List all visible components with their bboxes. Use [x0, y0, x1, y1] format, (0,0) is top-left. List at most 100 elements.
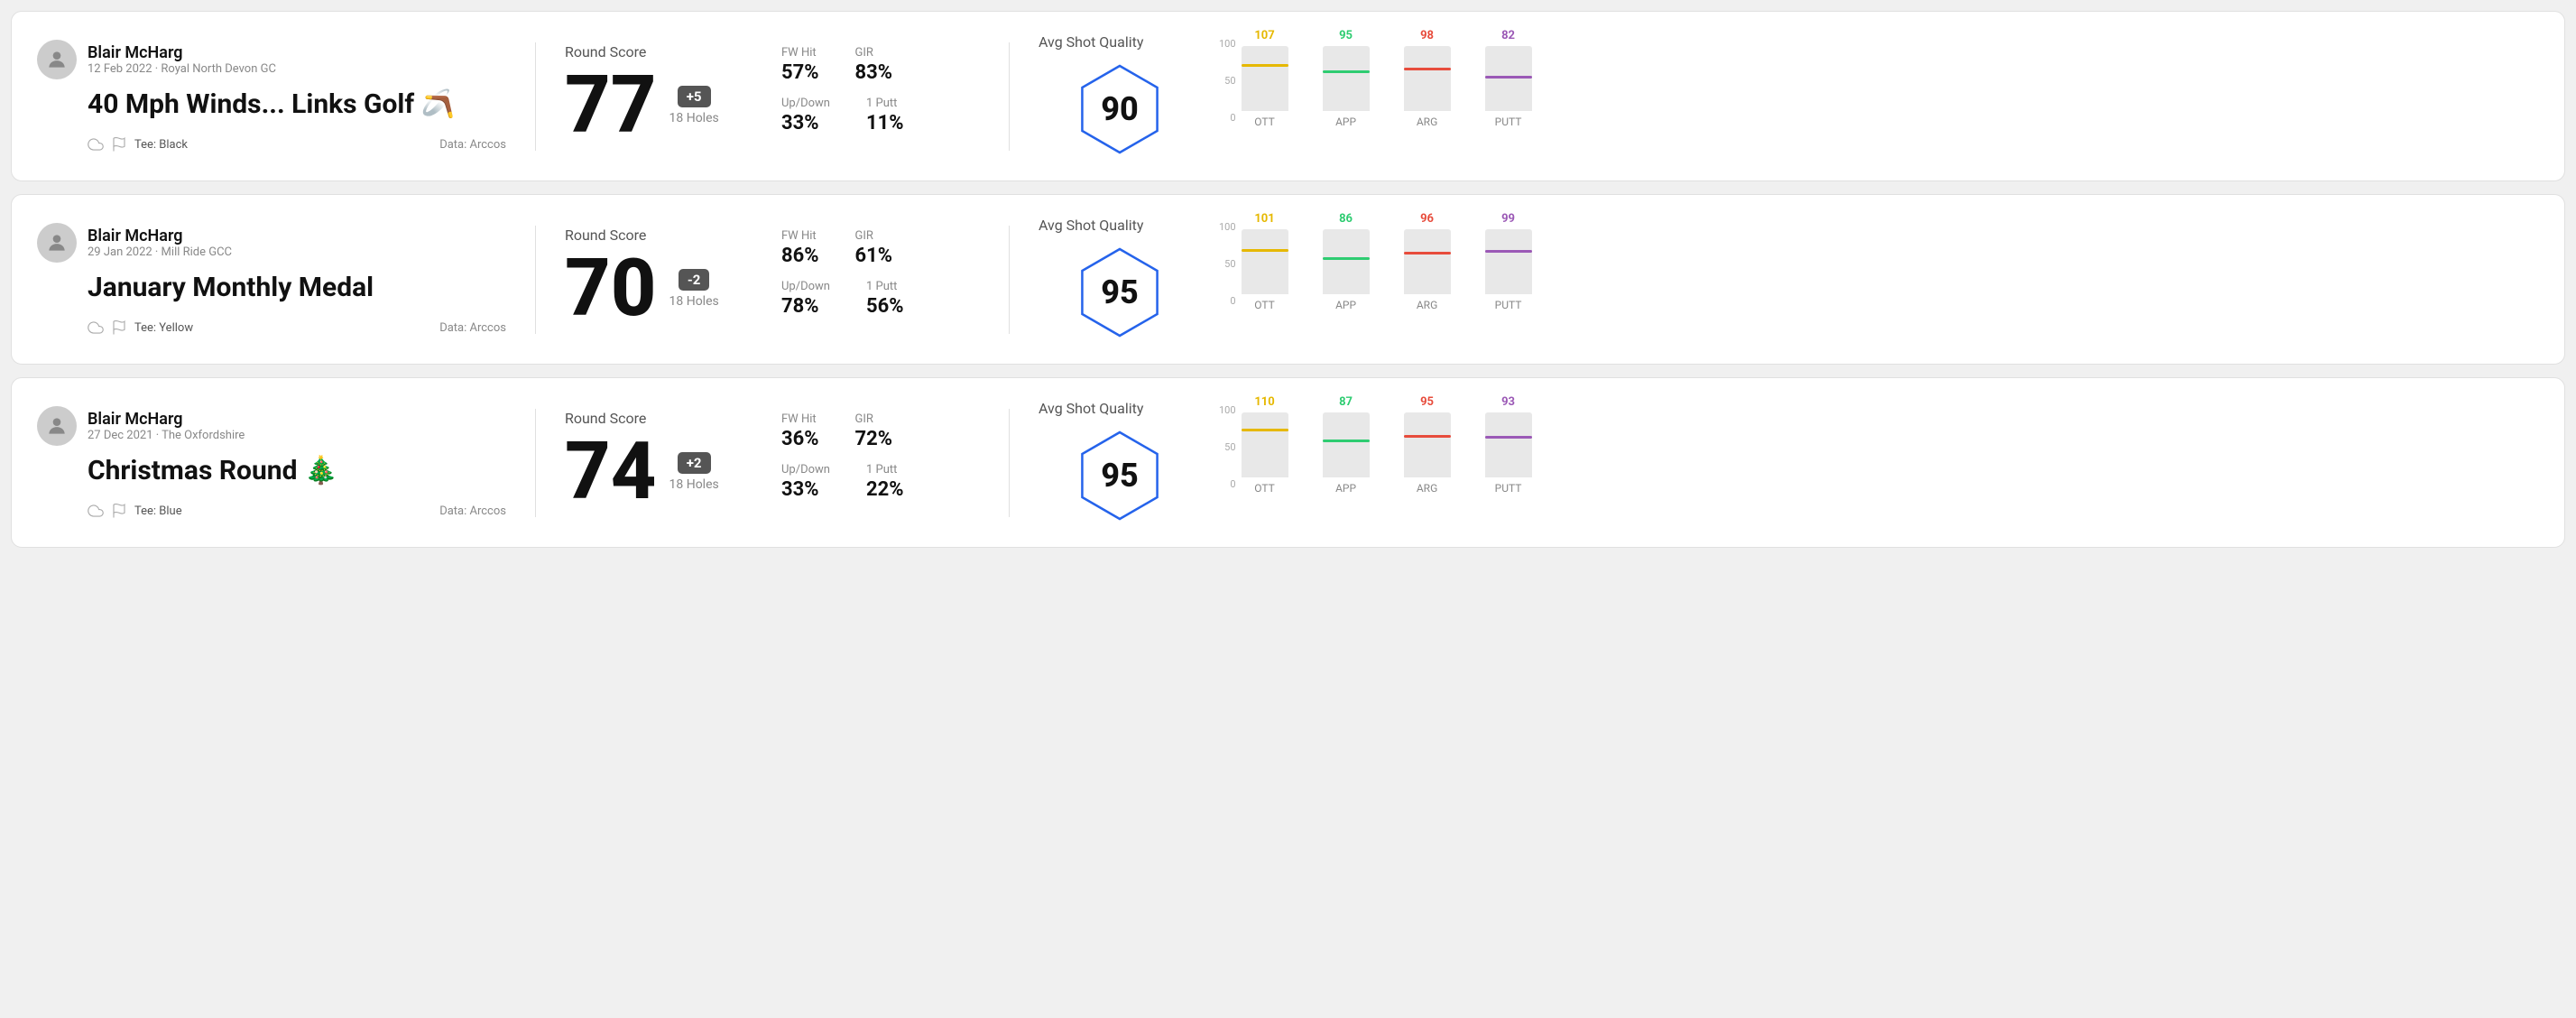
left-section: Blair McHarg 12 Feb 2022 · Royal North D…	[37, 40, 506, 153]
score-main: 70 -2 18 Holes	[565, 249, 763, 329]
bar-chart: 101 OTT 86 APP 96 ARG 99	[1242, 221, 1532, 311]
stat-updown: Up/Down 78%	[781, 280, 830, 318]
fw-hit-label: FW Hit	[781, 412, 819, 426]
score-section: Round Score 74 +2 18 Holes	[565, 410, 763, 515]
holes-label: 18 Holes	[669, 294, 719, 309]
score-badge-value: -2	[679, 269, 710, 291]
bar-value: 101	[1254, 212, 1274, 226]
footer-row: Tee: Yellow Data: Arccos	[88, 319, 506, 336]
divider-2	[1009, 42, 1010, 151]
bar-group-arg: 98 ARG	[1404, 29, 1451, 128]
user-name: Blair McHarg	[88, 227, 232, 245]
hexagon-container: 90	[1039, 60, 1201, 159]
quality-label: Avg Shot Quality	[1039, 217, 1201, 234]
bar-label: ARG	[1417, 299, 1437, 311]
person-icon	[45, 48, 69, 71]
score-section: Round Score 70 -2 18 Holes	[565, 227, 763, 332]
y-label-0: 0	[1219, 478, 1236, 490]
bar-value: 99	[1501, 212, 1515, 226]
quality-section: Avg Shot Quality 95	[1039, 400, 1201, 525]
user-row: Blair McHarg 12 Feb 2022 · Royal North D…	[37, 40, 506, 79]
bar-group-ott: 101 OTT	[1242, 212, 1288, 311]
y-label-50: 50	[1219, 258, 1236, 270]
bar-value: 98	[1420, 29, 1434, 42]
bar-label: PUTT	[1495, 116, 1522, 128]
tee-info: Tee: Black	[88, 136, 188, 153]
chart-section: 100 50 0 107 OTT 95 APP	[1219, 38, 2539, 155]
bar-value: 93	[1501, 395, 1515, 409]
stat-gir: GIR 61%	[855, 229, 893, 267]
updown-value: 78%	[781, 295, 830, 318]
fw-hit-label: FW Hit	[781, 46, 819, 60]
stat-row-top: FW Hit 36% GIR 72%	[781, 412, 980, 450]
oneputt-value: 11%	[866, 112, 904, 134]
gir-label: GIR	[855, 46, 893, 60]
gir-label: GIR	[855, 412, 893, 426]
hexagon: 95	[1070, 426, 1169, 525]
score-badge-value: +5	[678, 86, 711, 107]
score-main: 77 +5 18 Holes	[565, 66, 763, 145]
divider-1	[535, 226, 536, 334]
holes-label: 18 Holes	[669, 477, 719, 492]
data-source: Data: Arccos	[439, 138, 506, 152]
left-section: Blair McHarg 27 Dec 2021 · The Oxfordshi…	[37, 406, 506, 519]
y-label-100: 100	[1219, 404, 1236, 416]
y-label-0: 0	[1219, 112, 1236, 124]
tee-label: Tee: Black	[134, 138, 188, 152]
cloud-icon	[88, 136, 104, 153]
person-icon	[45, 231, 69, 255]
bar-label: ARG	[1417, 482, 1437, 495]
oneputt-value: 56%	[866, 295, 904, 318]
score-main: 74 +2 18 Holes	[565, 432, 763, 512]
bar-value: 95	[1420, 395, 1434, 409]
bar-chart: 110 OTT 87 APP 95 ARG 93	[1242, 404, 1532, 495]
bar-track	[1323, 229, 1370, 294]
flag-icon	[111, 319, 127, 336]
round-card: Blair McHarg 29 Jan 2022 · Mill Ride GCC…	[11, 194, 2565, 365]
user-info: Blair McHarg 29 Jan 2022 · Mill Ride GCC	[88, 227, 232, 259]
bar-value: 86	[1339, 212, 1353, 226]
updown-value: 33%	[781, 112, 830, 134]
bar-value: 87	[1339, 395, 1353, 409]
flag-icon	[111, 136, 127, 153]
bar-track	[1323, 412, 1370, 477]
y-axis: 100 50 0	[1219, 38, 1242, 124]
stat-fw-hit: FW Hit 57%	[781, 46, 819, 84]
stat-fw-hit: FW Hit 86%	[781, 229, 819, 267]
stat-oneputt: 1 Putt 56%	[866, 280, 904, 318]
user-name: Blair McHarg	[88, 410, 245, 429]
round-card: Blair McHarg 12 Feb 2022 · Royal North D…	[11, 11, 2565, 181]
bar-group-arg: 95 ARG	[1404, 395, 1451, 495]
bar-label: ARG	[1417, 116, 1437, 128]
footer-row: Tee: Blue Data: Arccos	[88, 503, 506, 519]
left-section: Blair McHarg 29 Jan 2022 · Mill Ride GCC…	[37, 223, 506, 336]
score-badge: +5 18 Holes	[669, 86, 719, 125]
y-axis: 100 50 0	[1219, 404, 1242, 490]
avatar	[37, 40, 77, 79]
user-date: 29 Jan 2022 · Mill Ride GCC	[88, 245, 232, 259]
hexagon-container: 95	[1039, 426, 1201, 525]
data-source: Data: Arccos	[439, 504, 506, 518]
user-name: Blair McHarg	[88, 43, 276, 62]
score-number: 77	[565, 66, 657, 145]
y-label-50: 50	[1219, 75, 1236, 87]
chart-section: 100 50 0 110 OTT 87 APP	[1219, 404, 2539, 522]
bar-group-putt: 82 PUTT	[1485, 29, 1532, 128]
stats-section: FW Hit 86% GIR 61% Up/Down 78% 1 Putt	[781, 229, 980, 330]
divider-1	[535, 409, 536, 517]
user-row: Blair McHarg 29 Jan 2022 · Mill Ride GCC	[37, 223, 506, 263]
bar-label: OTT	[1254, 299, 1275, 311]
round-card: Blair McHarg 27 Dec 2021 · The Oxfordshi…	[11, 377, 2565, 548]
bar-group-app: 87 APP	[1323, 395, 1370, 495]
stat-row-top: FW Hit 86% GIR 61%	[781, 229, 980, 267]
fw-hit-label: FW Hit	[781, 229, 819, 243]
y-label-100: 100	[1219, 38, 1236, 50]
stat-row-bottom: Up/Down 33% 1 Putt 11%	[781, 97, 980, 134]
chart-section: 100 50 0 101 OTT 86 APP	[1219, 221, 2539, 338]
stat-gir: GIR 83%	[855, 46, 893, 84]
gir-value: 61%	[855, 245, 893, 267]
quality-label: Avg Shot Quality	[1039, 400, 1201, 417]
bar-track	[1242, 46, 1288, 111]
bar-label: PUTT	[1495, 482, 1522, 495]
stats-section: FW Hit 36% GIR 72% Up/Down 33% 1 Putt	[781, 412, 980, 514]
